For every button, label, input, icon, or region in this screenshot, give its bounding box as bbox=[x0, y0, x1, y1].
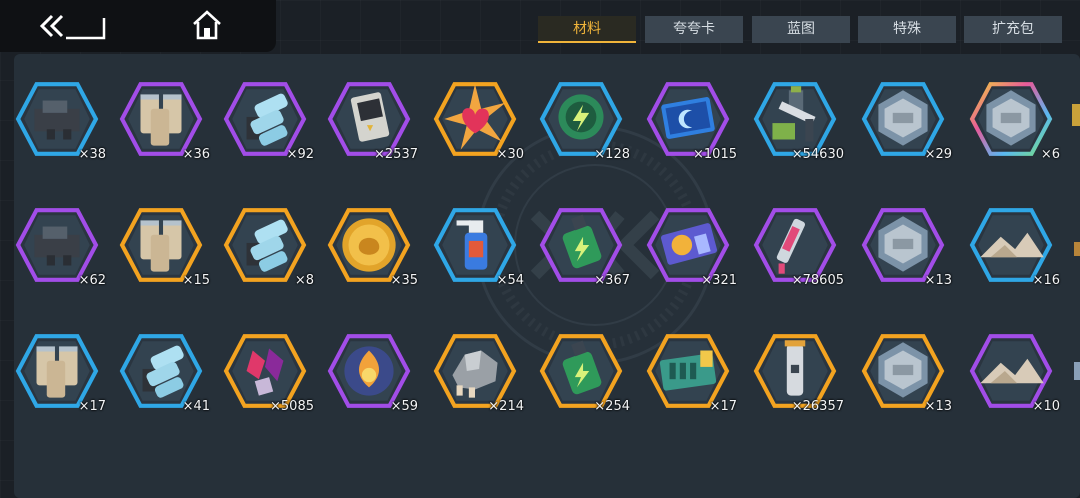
inventory-item[interactable]: ×59 bbox=[326, 330, 422, 416]
inventory-item[interactable]: ×62 bbox=[14, 204, 110, 290]
item-quantity: ×62 bbox=[78, 273, 106, 288]
partial-item-icon bbox=[1074, 242, 1080, 256]
inventory-item[interactable]: ×16 bbox=[968, 204, 1064, 290]
item-quantity: ×78605 bbox=[791, 273, 844, 288]
item-quantity: ×30 bbox=[496, 147, 524, 162]
inventory-item[interactable]: ×214 bbox=[432, 330, 528, 416]
item-quantity: ×13 bbox=[924, 399, 952, 414]
item-quantity: ×367 bbox=[594, 273, 630, 288]
item-quantity: ×36 bbox=[182, 147, 210, 162]
inventory-item[interactable]: ×30 bbox=[432, 78, 528, 164]
inventory-item[interactable]: ×54630 bbox=[752, 78, 848, 164]
inventory-item[interactable]: ×128 bbox=[538, 78, 634, 164]
item-quantity: ×16 bbox=[1032, 273, 1060, 288]
item-quantity: ×38 bbox=[78, 147, 106, 162]
item-quantity: ×35 bbox=[390, 273, 418, 288]
inventory-item[interactable]: ×367 bbox=[538, 204, 634, 290]
inventory-item[interactable]: ×38 bbox=[14, 78, 110, 164]
item-quantity: ×6 bbox=[1040, 147, 1060, 162]
item-quantity: ×10 bbox=[1032, 399, 1060, 414]
inventory-item[interactable]: ×36 bbox=[118, 78, 214, 164]
partial-item-icon bbox=[1072, 104, 1080, 126]
item-quantity: ×254 bbox=[594, 399, 630, 414]
item-quantity: ×54 bbox=[496, 273, 524, 288]
item-quantity: ×17 bbox=[709, 399, 737, 414]
item-quantity: ×1015 bbox=[693, 147, 737, 162]
item-grid: ×38 ×36 ×92 ×2537 ×30 ×128 ×1015 ×54630 ×29 ×6 ×62… bbox=[0, 0, 1080, 498]
inventory-item[interactable]: ×26357 bbox=[752, 330, 848, 416]
item-quantity: ×54630 bbox=[791, 147, 844, 162]
inventory-item[interactable]: ×5085 bbox=[222, 330, 318, 416]
inventory-item[interactable]: ×35 bbox=[326, 204, 422, 290]
inventory-item[interactable]: ×6 bbox=[968, 78, 1064, 164]
inventory-item[interactable]: ×15 bbox=[118, 204, 214, 290]
inventory-item[interactable]: ×254 bbox=[538, 330, 634, 416]
item-quantity: ×26357 bbox=[791, 399, 844, 414]
partial-item-icon bbox=[1074, 362, 1080, 380]
inventory-item[interactable]: ×17 bbox=[14, 330, 110, 416]
inventory-item[interactable]: ×2537 bbox=[326, 78, 422, 164]
inventory-item[interactable]: ×1015 bbox=[645, 78, 741, 164]
item-quantity: ×128 bbox=[594, 147, 630, 162]
item-quantity: ×2537 bbox=[374, 147, 418, 162]
item-quantity: ×13 bbox=[924, 273, 952, 288]
inventory-item[interactable]: ×10 bbox=[968, 330, 1064, 416]
inventory-item[interactable]: ×17 bbox=[645, 330, 741, 416]
item-quantity: ×5085 bbox=[270, 399, 314, 414]
inventory-item[interactable]: ×13 bbox=[860, 204, 956, 290]
inventory-item[interactable]: ×321 bbox=[645, 204, 741, 290]
inventory-item[interactable]: ×92 bbox=[222, 78, 318, 164]
inventory-item[interactable]: ×29 bbox=[860, 78, 956, 164]
item-quantity: ×41 bbox=[182, 399, 210, 414]
item-quantity: ×29 bbox=[924, 147, 952, 162]
item-quantity: ×214 bbox=[488, 399, 524, 414]
item-quantity: ×15 bbox=[182, 273, 210, 288]
inventory-item[interactable]: ×13 bbox=[860, 330, 956, 416]
item-quantity: ×17 bbox=[78, 399, 106, 414]
inventory-item[interactable]: ×41 bbox=[118, 330, 214, 416]
inventory-item[interactable]: ×54 bbox=[432, 204, 528, 290]
item-quantity: ×321 bbox=[701, 273, 737, 288]
inventory-item[interactable]: ×78605 bbox=[752, 204, 848, 290]
item-quantity: ×8 bbox=[294, 273, 314, 288]
item-quantity: ×59 bbox=[390, 399, 418, 414]
item-quantity: ×92 bbox=[286, 147, 314, 162]
inventory-item[interactable]: ×8 bbox=[222, 204, 318, 290]
